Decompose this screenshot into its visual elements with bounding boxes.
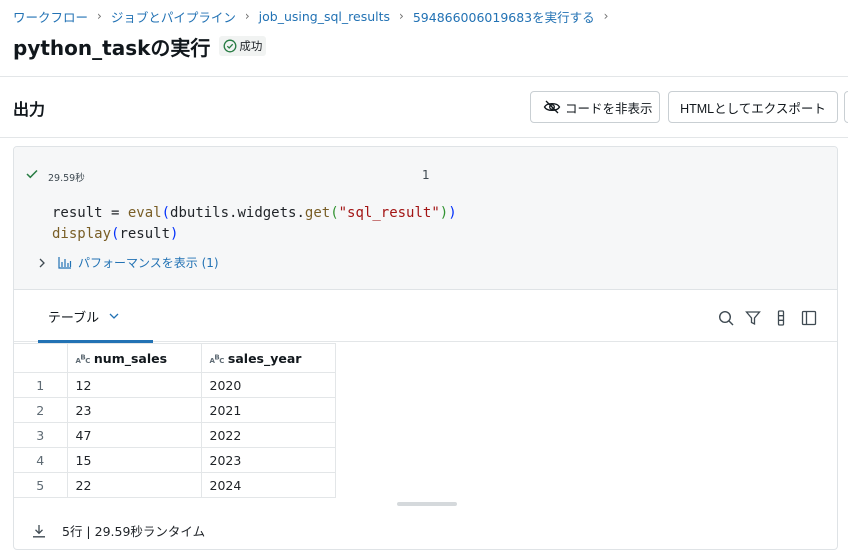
footer-summary: 5行 | 29.59秒ランタイム	[62, 524, 206, 539]
page-title: python_taskの実行	[13, 35, 211, 60]
filter-icon	[745, 311, 761, 326]
code-block[interactable]: result = eval(dbutils.widgets.get("sql_r…	[52, 203, 457, 245]
bar-chart-icon	[58, 257, 72, 269]
filter-button[interactable]	[744, 309, 762, 327]
cell-num-sales[interactable]: 12	[66, 372, 202, 398]
hide-code-label: コードを非表示	[565, 101, 653, 116]
check-icon	[26, 169, 38, 179]
cell-code-area: 29.59秒 1 result = eval(dbutils.widgets.g…	[14, 147, 837, 290]
performance-toggle[interactable]: パフォーマンスを表示 (1)	[38, 254, 219, 271]
cell-num-sales[interactable]: 22	[66, 472, 202, 498]
column-settings-button[interactable]	[772, 309, 790, 327]
cell-sales-year[interactable]: 2023	[200, 447, 336, 473]
download-icon[interactable]	[32, 524, 46, 538]
table-header-row: ABC num_sales ABC sales_year	[14, 343, 336, 373]
tab-table[interactable]: テーブル	[26, 290, 153, 343]
breadcrumb: ワークフロー › ジョブとパイプライン › job_using_sql_resu…	[13, 7, 617, 25]
divider	[0, 76, 848, 77]
table-row: 2 23 2021	[14, 397, 336, 423]
status-text: 成功	[239, 39, 263, 53]
row-index: 4	[14, 447, 68, 473]
string-type-icon: ABC	[75, 353, 91, 365]
export-html-button[interactable]: HTMLとしてエクスポート	[668, 91, 838, 123]
row-index: 5	[14, 472, 68, 498]
table-row: 5 22 2024	[14, 472, 336, 498]
breadcrumb-separator: ›	[399, 9, 404, 23]
table-row: 4 15 2023	[14, 447, 336, 473]
breadcrumb-separator: ›	[603, 9, 609, 23]
output-title: 出力	[13, 100, 46, 119]
cell-sales-year[interactable]: 2020	[200, 372, 336, 398]
performance-label: パフォーマンスを表示 (1)	[78, 256, 219, 270]
eye-off-icon	[543, 100, 561, 114]
column-settings-icon	[777, 310, 785, 326]
status-badge: 成功	[219, 36, 267, 56]
breadcrumb-workflows[interactable]: ワークフロー	[13, 7, 88, 26]
tab-table-label: テーブル	[47, 310, 100, 326]
breadcrumb-separator: ›	[97, 9, 102, 23]
row-index: 1	[14, 372, 68, 398]
results-footer: 5行 | 29.59秒ランタイム	[32, 521, 205, 540]
horizontal-scrollbar[interactable]	[397, 502, 457, 506]
results-table: ABC num_sales ABC sales_year 1 12 2020 2 2…	[14, 343, 336, 498]
cell-num-sales[interactable]: 47	[66, 422, 202, 448]
column-header-label: num_sales	[93, 350, 168, 366]
sidebar-panel-icon	[801, 310, 817, 326]
breadcrumb-separator: ›	[244, 9, 250, 23]
table-row: 1 12 2020	[14, 372, 336, 398]
cell-sales-year[interactable]: 2022	[200, 422, 336, 448]
search-button[interactable]	[717, 309, 735, 327]
table-row: 3 47 2022	[14, 422, 336, 448]
check-circle-icon	[223, 39, 237, 53]
cell-sales-year[interactable]: 2021	[200, 397, 336, 423]
row-index: 3	[14, 422, 68, 448]
overflow-button-edge[interactable]	[844, 91, 848, 123]
string-type-icon: ABC	[209, 353, 225, 365]
notebook-cell: 29.59秒 1 result = eval(dbutils.widgets.g…	[13, 146, 838, 550]
cell-sales-year[interactable]: 2024	[200, 472, 336, 498]
column-header-num-sales[interactable]: ABC num_sales	[66, 343, 202, 373]
breadcrumb-job-name[interactable]: job_using_sql_results	[259, 9, 390, 24]
exec-time: 29.59秒	[48, 173, 85, 184]
cell-number: 1	[422, 168, 430, 182]
column-header-label: sales_year	[227, 350, 302, 366]
cell-num-sales[interactable]: 23	[66, 397, 202, 423]
column-header-sales-year[interactable]: ABC sales_year	[200, 343, 336, 373]
cell-num-sales[interactable]: 15	[66, 447, 202, 473]
breadcrumb-run[interactable]: 594866006019683を実行する	[413, 7, 595, 26]
results-tabbar: テーブル	[14, 290, 837, 343]
hide-code-button[interactable]: コードを非表示	[530, 91, 660, 123]
chevron-right-icon	[39, 258, 45, 267]
code-line: display(result)	[52, 226, 179, 242]
index-header	[14, 343, 68, 373]
sidebar-panel-button[interactable]	[800, 309, 818, 327]
chevron-down-icon	[109, 313, 119, 319]
search-icon	[718, 310, 734, 326]
title-row: python_taskの実行 成功	[13, 32, 267, 60]
export-html-label: HTMLとしてエクスポート	[680, 101, 826, 116]
code-line: result = eval(dbutils.widgets.get("sql_r…	[52, 205, 457, 221]
divider	[0, 137, 848, 138]
breadcrumb-jobs-pipelines[interactable]: ジョブとパイプライン	[111, 7, 236, 26]
row-index: 2	[14, 397, 68, 423]
